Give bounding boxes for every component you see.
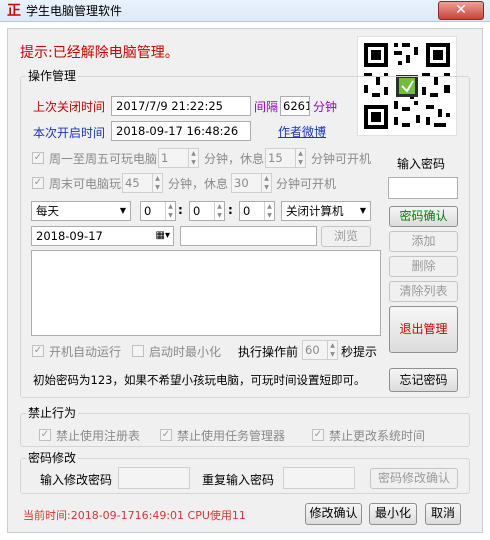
date-value: 2018-09-17 <box>36 229 103 243</box>
repeat-password-label: 重复输入密码 <box>202 473 275 487</box>
weekday-ok-unit: 分钟可开机 <box>311 152 372 166</box>
modify-confirm-button[interactable]: 修改确认 <box>305 503 362 525</box>
spin-updown-icon[interactable]: ▲ ▼ <box>214 202 224 220</box>
autostart-checkbox[interactable]: ✓ <box>32 345 44 357</box>
forbid-taskmgr-checkbox[interactable]: ✓ <box>160 429 172 441</box>
interval-label: 间隔 <box>254 100 279 114</box>
frequency-select[interactable]: 每天 ▼ <box>31 201 131 221</box>
last-close-field[interactable]: 2017/7/9 21:22:25 <box>111 96 251 116</box>
before-action-unit: 秒提示 <box>341 345 378 359</box>
spin-updown-icon[interactable]: ▲ ▼ <box>295 149 305 167</box>
hour-value: 0 <box>144 204 152 218</box>
time-colon: : <box>228 203 233 217</box>
second-spinner[interactable]: 0 ▲ ▼ <box>239 201 275 221</box>
password-label: 输入密码 <box>397 157 446 171</box>
weekend-ok-unit: 分钟可开机 <box>276 177 337 191</box>
last-close-label: 上次关闭时间 <box>33 100 106 114</box>
weekday-label: 周一至周五可玩电脑 <box>49 152 158 166</box>
hour-spinner[interactable]: 0 ▲ ▼ <box>140 201 176 221</box>
file-path-field[interactable] <box>180 226 317 246</box>
forgot-password-button[interactable]: 忘记密码 <box>389 368 458 392</box>
weekday-rest-value: 15 <box>268 151 283 165</box>
task-list[interactable] <box>31 250 381 336</box>
action-select[interactable]: 关闭计算机 ▼ <box>281 201 371 221</box>
spin-updown-icon[interactable]: ▲ ▼ <box>327 341 337 359</box>
weekday-rest-spinner[interactable]: 15 ▲ ▼ <box>265 148 306 168</box>
password-input[interactable] <box>388 177 458 199</box>
delete-button[interactable]: 删除 <box>389 256 458 277</box>
chevron-down-icon: ▼ <box>359 206 366 215</box>
this-open-label: 本次开启时间 <box>33 126 106 140</box>
this-open-field[interactable]: 2018-09-17 16:48:26 <box>111 121 251 141</box>
spin-updown-icon[interactable]: ▲ ▼ <box>188 149 198 167</box>
repeat-password-input[interactable] <box>283 467 355 489</box>
new-password-label: 输入修改密码 <box>40 473 113 487</box>
weekday-play-value: 1 <box>161 151 169 165</box>
weekend-rest-value: 30 <box>234 176 249 190</box>
note-text: 初始密码为123，如果不希望小孩玩电脑，可玩时间设置短即可。 <box>33 373 366 387</box>
window-title: 学生电脑管理软件 <box>26 4 123 18</box>
spin-updown-icon[interactable]: ▲ ▼ <box>152 174 162 192</box>
second-value: 0 <box>243 204 251 218</box>
weekend-play-spinner[interactable]: 45 ▲ ▼ <box>122 173 163 193</box>
frequency-value: 每天 <box>36 204 59 218</box>
minimize-button[interactable]: 最小化 <box>369 503 417 525</box>
before-action-label: 执行操作前 <box>238 345 299 359</box>
minute-value: 0 <box>193 204 201 218</box>
clear-list-button[interactable]: 清除列表 <box>389 281 458 302</box>
before-action-value: 60 <box>305 343 320 357</box>
weekend-play-value: 45 <box>125 176 140 190</box>
calendar-icon[interactable]: ▦▾ <box>156 227 170 245</box>
forbid-systime-label: 禁止更改系统时间 <box>329 429 426 443</box>
new-password-input[interactable] <box>118 467 190 489</box>
author-weibo-link[interactable]: 作者微博 <box>278 123 326 140</box>
spin-updown-icon[interactable]: ▲ ▼ <box>261 174 271 192</box>
before-action-spinner[interactable]: 60 ▲ ▼ <box>302 340 338 360</box>
password-change-confirm-button[interactable]: 密码修改确认 <box>370 468 458 489</box>
forbid-systime-checkbox[interactable]: ✓ <box>312 429 324 441</box>
forbid-registry-label: 禁止使用注册表 <box>56 429 141 443</box>
app-icon: 正 <box>7 3 21 19</box>
hint-text: 提示:已经解除电脑管理。 <box>20 45 179 61</box>
weekday-rest-unit: 分钟，休息 <box>204 152 265 166</box>
weekday-play-spinner[interactable]: 1 ▲ ▼ <box>158 148 199 168</box>
forbid-registry-checkbox[interactable]: ✓ <box>39 429 51 441</box>
time-colon: : <box>178 203 183 217</box>
interval-unit: 分钟 <box>313 100 338 114</box>
cancel-button[interactable]: 取消 <box>425 503 461 525</box>
browse-button[interactable]: 浏览 <box>321 226 371 247</box>
weekend-rest-unit: 分钟，休息 <box>168 177 229 191</box>
add-button[interactable]: 添加 <box>389 231 458 252</box>
chevron-down-icon: ▼ <box>119 206 126 215</box>
weekday-checkbox[interactable]: ✓ <box>32 152 44 164</box>
action-value: 关闭计算机 <box>286 204 344 218</box>
password-confirm-button[interactable]: 密码确认 <box>389 206 458 227</box>
close-button[interactable]: ✕ <box>438 1 484 20</box>
weekend-label: 周末可电脑玩 <box>49 177 122 191</box>
exit-management-button[interactable]: 退出管理 <box>389 306 458 353</box>
spin-updown-icon[interactable]: ▲ ▼ <box>264 202 274 220</box>
spin-updown-icon[interactable]: ▲ ▼ <box>165 202 175 220</box>
autostart-label: 开机自动运行 <box>49 345 122 359</box>
weekend-rest-spinner[interactable]: 30 ▲ ▼ <box>231 173 272 193</box>
date-picker[interactable]: 2018-09-17 ▦▾ <box>31 226 174 246</box>
ops-group-title: 操作管理 <box>26 67 79 84</box>
password-change-title: 密码修改 <box>26 449 79 466</box>
minimize-start-checkbox[interactable] <box>132 345 144 357</box>
status-text: 当前时间:2018-09-1716:49:01 CPU使用11 <box>23 509 246 522</box>
weekend-checkbox[interactable]: ✓ <box>32 177 44 189</box>
forbid-group-title: 禁止行为 <box>26 404 79 421</box>
forbid-taskmgr-label: 禁止使用任务管理器 <box>177 429 286 443</box>
interval-field[interactable]: 6261 <box>280 96 310 116</box>
minute-spinner[interactable]: 0 ▲ ▼ <box>189 201 225 221</box>
minimize-start-label: 启动时最小化 <box>149 345 222 359</box>
